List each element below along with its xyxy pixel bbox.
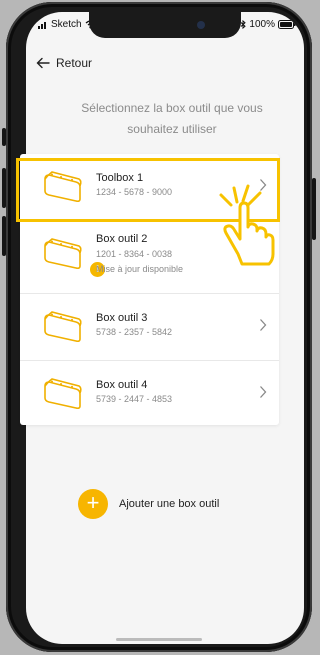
update-available-label: Mise à jour disponible [96, 264, 184, 274]
toolbox-title: Box outil 4 [96, 379, 148, 391]
signal-icon [38, 21, 46, 29]
add-toolbox-button[interactable]: + Ajouter une box outil [78, 489, 219, 519]
battery-label: 100% [249, 19, 275, 30]
front-camera [197, 21, 205, 29]
toolbox-icon [44, 378, 82, 410]
chevron-right-icon [260, 386, 267, 398]
status-left: Sketch [38, 19, 96, 30]
add-toolbox-label: Ajouter une box outil [119, 498, 220, 510]
toolbox-row-3[interactable]: Box outil 3 5738 - 2357 - 5842 [20, 294, 279, 361]
toolbox-title: Box outil 3 [96, 312, 148, 324]
plus-icon: + [78, 489, 108, 519]
chevron-right-icon [260, 319, 267, 331]
back-button[interactable]: Retour [36, 56, 92, 70]
home-indicator [116, 638, 202, 641]
toolbox-code: 5739 - 2447 - 4853 [96, 394, 173, 404]
carrier-label: Sketch [51, 19, 82, 30]
status-bar: Sketch 100% [26, 12, 304, 40]
arrow-left-icon [36, 57, 50, 69]
status-right: 100% [240, 19, 296, 30]
bluetooth-icon [241, 20, 247, 29]
toolbox-icon [44, 238, 82, 270]
battery-icon [278, 20, 296, 29]
toolbox-icon [44, 311, 82, 343]
toolbox-title: Box outil 2 [96, 233, 148, 245]
tap-hand-icon [219, 184, 275, 266]
notch [89, 12, 241, 38]
toolbox-code: 1201 - 8364 - 0038 [96, 249, 173, 259]
toolbox-code: 5738 - 2357 - 5842 [96, 327, 173, 337]
intro-text: Sélectionnez la box outil que vous souha… [81, 101, 263, 136]
back-label: Retour [56, 56, 93, 70]
toolbox-row-4[interactable]: Box outil 4 5739 - 2447 - 4853 [20, 361, 279, 425]
power-button [312, 178, 316, 240]
